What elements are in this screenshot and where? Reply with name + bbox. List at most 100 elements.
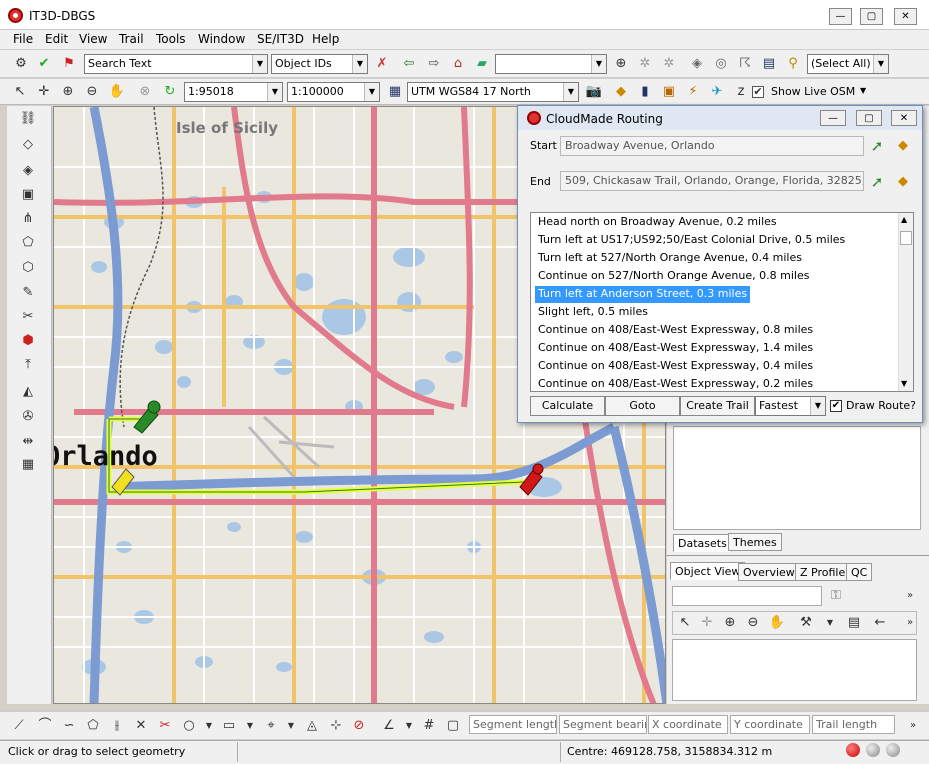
back-arrow-icon[interactable]: ⇦ <box>400 55 418 73</box>
chevron-down-icon[interactable]: ▼ <box>860 86 866 95</box>
query-icon[interactable]: ⚲ <box>784 55 802 73</box>
report-icon[interactable]: ▤ <box>760 55 778 73</box>
pan-hand-icon[interactable]: ✋ <box>108 83 126 101</box>
maximize-button[interactable]: ▢ <box>860 8 883 25</box>
direction-item[interactable]: Continue on 408/East-West Expressway, 0.… <box>535 358 816 375</box>
polyline-tool-icon[interactable]: ⌒ <box>36 717 54 735</box>
directions-scrollbar[interactable]: ▲ ▼ <box>898 213 913 391</box>
shape-tool-icon[interactable]: ⬠ <box>84 717 102 735</box>
tab-object-view[interactable]: Object View <box>670 562 746 580</box>
direction-item[interactable]: Continue on 408/East-West Expressway, 0.… <box>535 376 816 391</box>
inspect-icon[interactable]: ◎ <box>712 55 730 73</box>
direction-item-selected[interactable]: Turn left at Anderson Street, 0.3 miles <box>535 286 751 303</box>
pick-start-icon[interactable]: ➚ <box>868 137 886 155</box>
zoom-search-icon[interactable]: ⊕ <box>612 55 630 73</box>
bookmark-icon[interactable]: ▰ <box>473 55 491 73</box>
chevron-down-icon[interactable]: ▼ <box>241 717 259 735</box>
menu-view[interactable]: View <box>79 32 107 46</box>
routing-close-button[interactable]: ✕ <box>891 110 917 126</box>
menu-help[interactable]: Help <box>312 32 339 46</box>
split-tool-icon[interactable]: ⫲ <box>108 717 126 735</box>
object-ids-combo[interactable]: Object IDs ▼ <box>271 54 368 74</box>
cross-tool-icon[interactable]: ✕ <box>132 717 150 735</box>
plane-icon[interactable]: ✈ <box>708 83 726 101</box>
cut-tool-icon[interactable]: ✂ <box>156 717 174 735</box>
create-trail-button[interactable]: Create Trail <box>680 396 755 416</box>
scroll-up-icon[interactable]: ▲ <box>901 215 907 224</box>
grid-snap-icon[interactable]: # <box>420 717 438 735</box>
frame-tool-icon[interactable]: ▢ <box>444 717 462 735</box>
snap-tool-icon[interactable]: ⌖ <box>262 717 280 735</box>
layer-stack-icon[interactable]: ▣ <box>19 186 37 204</box>
ov-select-icon[interactable]: ↖ <box>676 614 694 632</box>
route-mode-select[interactable]: Fastest ▼ <box>755 396 826 416</box>
segment-length-field[interactable]: Segment length <box>469 715 557 734</box>
scale-preset-combo[interactable]: 1:100000 ▼ <box>287 82 380 102</box>
z-height-icon[interactable]: ⤒ <box>19 356 37 374</box>
node-tool-icon[interactable]: ⊹ <box>327 717 345 735</box>
routing-maximize-button[interactable]: ▢ <box>856 110 882 126</box>
refresh-icon[interactable]: ↻ <box>161 83 179 101</box>
menu-se-it3d[interactable]: SE/IT3D <box>257 32 304 46</box>
measure-icon[interactable]: ⚡ <box>684 83 702 101</box>
minimize-button[interactable]: — <box>829 8 852 25</box>
close-button[interactable]: ✕ <box>894 8 917 25</box>
circle-tool-icon[interactable]: ○ <box>180 717 198 735</box>
direction-item[interactable]: Continue on 408/East-West Expressway, 0.… <box>535 322 816 339</box>
direction-item[interactable]: Head north on Broadway Avenue, 0.2 miles <box>535 214 780 231</box>
pick-end-icon[interactable]: ➚ <box>868 173 886 191</box>
start-field[interactable]: Broadway Avenue, Orlando <box>560 136 864 156</box>
ov-crosshair-icon[interactable]: ✛ <box>698 614 716 632</box>
book-icon[interactable]: ▮ <box>636 83 654 101</box>
menu-tools[interactable]: Tools <box>156 32 186 46</box>
curve-tool-icon[interactable]: ∽ <box>60 717 78 735</box>
layer-move-icon[interactable]: ◈ <box>19 162 37 180</box>
ov-tool-icon[interactable]: ⚒ <box>797 614 815 632</box>
draw-route-checkbox[interactable]: ✔ <box>830 400 842 412</box>
eraser-icon[interactable]: ◆ <box>612 83 630 101</box>
menu-file[interactable]: File <box>13 32 33 46</box>
home-icon[interactable]: ⌂ <box>449 55 467 73</box>
check-icon[interactable]: ✔ <box>35 55 53 73</box>
delete-node-icon[interactable]: ⊘ <box>350 717 368 735</box>
end-field[interactable]: 509, Chickasaw Trail, Orlando, Orange, F… <box>560 171 864 191</box>
camera-icon[interactable]: 📷 <box>585 83 603 101</box>
select-all-combo[interactable]: (Select All) ▼ <box>807 54 889 74</box>
forward-arrow-icon[interactable]: ⇨ <box>425 55 443 73</box>
trail-length-field[interactable]: Trail length <box>812 715 895 734</box>
route-icon[interactable]: ☈ <box>736 55 754 73</box>
show-live-osm-checkbox[interactable]: ✔ <box>752 86 764 98</box>
north-arrow-icon[interactable]: ✇ <box>19 408 37 426</box>
clip-icon[interactable]: ✂ <box>19 308 37 326</box>
tab-datasets[interactable]: Datasets <box>673 534 732 552</box>
object-view-input[interactable] <box>672 586 822 606</box>
more-tools-icon[interactable]: » <box>904 717 922 735</box>
scroll-thumb[interactable] <box>900 231 912 245</box>
select-arrow-icon[interactable]: ↖ <box>11 83 29 101</box>
tab-overview[interactable]: Overview <box>738 563 800 581</box>
routing-minimize-button[interactable]: — <box>820 110 846 126</box>
clear-start-icon[interactable]: ◆ <box>894 137 912 155</box>
clear-markers-icon[interactable]: ✲ <box>660 55 678 73</box>
line-tool-icon[interactable]: ⟋ <box>10 717 28 735</box>
tab-themes[interactable]: Themes <box>728 533 782 551</box>
segment-bearing-field[interactable]: Segment bearing <box>559 715 647 734</box>
directions-list[interactable]: Head north on Broadway Avenue, 0.2 miles… <box>530 212 914 392</box>
image-icon[interactable]: ▣ <box>660 83 678 101</box>
stop-icon[interactable]: ⊗ <box>136 83 154 101</box>
layer-icon[interactable]: ◈ <box>688 55 706 73</box>
ov-back-icon[interactable]: ← <box>871 614 889 632</box>
ov-zoom-out-icon[interactable]: ⊖ <box>744 614 762 632</box>
calculate-button[interactable]: Calculate <box>530 396 605 416</box>
polygon-select-icon[interactable]: ⬡ <box>19 259 37 277</box>
menu-trail[interactable]: Trail <box>119 32 144 46</box>
scroll-down-icon[interactable]: ▼ <box>901 379 907 388</box>
direction-item[interactable]: Slight left, 0.5 miles <box>535 304 651 321</box>
goto-button[interactable]: Goto <box>605 396 680 416</box>
chevron-more-icon[interactable]: » <box>901 587 919 605</box>
angle-tool-icon[interactable]: ∠ <box>380 717 398 735</box>
location-combo[interactable]: ▼ <box>495 54 607 74</box>
routing-dialog-titlebar[interactable]: CloudMade Routing — ▢ ✕ <box>518 106 922 130</box>
crosshair-icon[interactable]: ✛ <box>35 83 53 101</box>
compass-icon[interactable]: ◭ <box>19 383 37 401</box>
